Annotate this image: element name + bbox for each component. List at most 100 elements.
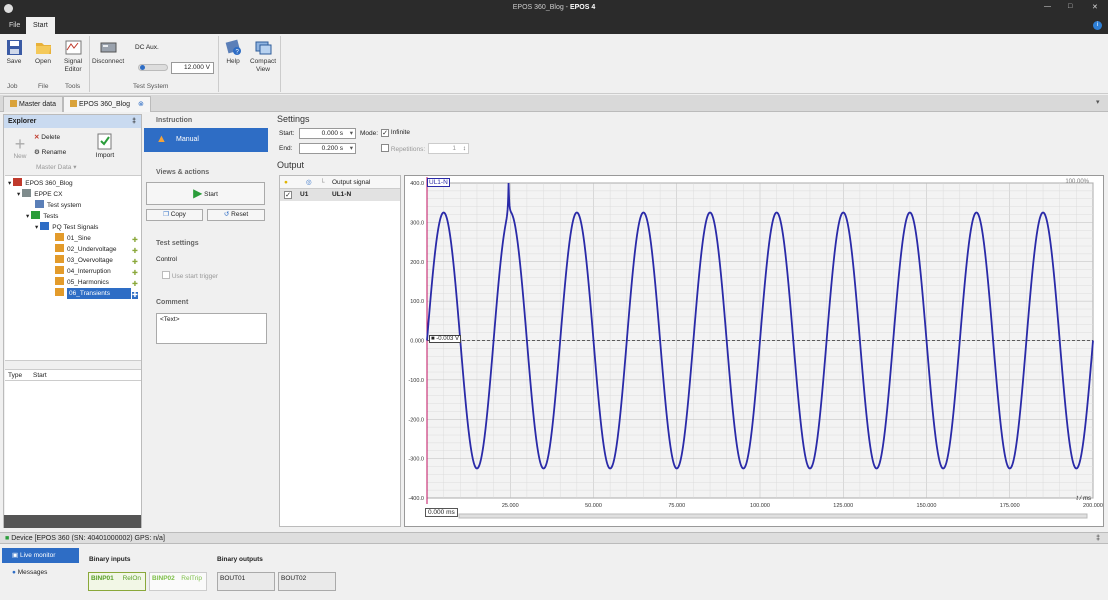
rename-button[interactable]: ⚙ Rename <box>34 148 66 156</box>
close-button[interactable]: ✕ <box>1092 3 1098 11</box>
signal-row[interactable]: ✓ U1 UL1-N <box>280 189 400 201</box>
info-icon[interactable]: i <box>1093 21 1102 30</box>
start-label: Start: <box>279 130 295 137</box>
explorer-header: Explorer ‡ <box>4 115 141 128</box>
tree-item-eppe[interactable]: ▾ EPPE CX <box>17 189 62 200</box>
title-bar: EPOS 360_Blog - EPOS 4 — □ ✕ <box>0 0 1108 17</box>
pin-icon[interactable]: ‡ <box>132 115 136 128</box>
column-type[interactable]: Type <box>8 370 22 381</box>
instruction-title: Instruction <box>156 117 193 124</box>
tree-item-project[interactable]: ▾ EPOS 360_Blog <box>8 178 73 189</box>
time-readout[interactable]: 0.000 ms <box>425 508 458 517</box>
rename-icon: ⚙ <box>34 149 40 156</box>
plus-icon: + <box>14 134 26 154</box>
start-trigger-checkbox[interactable]: Use start trigger <box>162 271 218 280</box>
chart-container: 400.0 300.0 200.0 100.0 0.000 -100.0 -200.0 -30… <box>404 175 1104 527</box>
horizontal-scrollbar <box>458 513 1088 519</box>
tree-item-sine[interactable]: 01_Sine <box>55 233 91 244</box>
tree-item-interruption[interactable]: 04_Interruption <box>55 266 111 277</box>
check-icon: ✓ <box>381 129 389 137</box>
comment-textarea[interactable]: <Text> <box>156 313 267 344</box>
live-monitor-tab[interactable]: ▣ Live monitor <box>2 548 79 563</box>
settings-title: Settings <box>277 114 310 124</box>
start-time-input[interactable]: 0.000 s ▾ <box>299 128 356 139</box>
group-file: File <box>38 83 49 90</box>
tests-icon <box>31 211 41 219</box>
delete-button[interactable]: ✕ Delete <box>34 133 60 141</box>
tree-item-pq-signals[interactable]: ▾ PQ Test Signals <box>35 222 98 233</box>
tree-item-harmonics[interactable]: 05_Harmonics <box>55 277 109 288</box>
tree-item-tests[interactable]: ▾ Tests <box>26 211 58 222</box>
add-action-icons: ✚ ✚ ✚ ✚ ✚ ✚ <box>132 237 138 299</box>
tabs-dropdown-icon[interactable]: ▾ <box>1096 98 1100 106</box>
x-tick-label: 100.000 <box>750 503 770 509</box>
y-tick-label: 200.0 <box>410 260 424 266</box>
dc-aux-slider[interactable] <box>138 64 168 71</box>
import-button[interactable]: Import <box>92 133 118 159</box>
tab-epos-blog[interactable]: EPOS 360_Blog ⊗ <box>63 96 151 112</box>
maximize-button[interactable]: □ <box>1068 3 1072 10</box>
tab-file[interactable]: File <box>2 17 27 34</box>
bout02-indicator[interactable]: BOUT02 <box>278 572 336 591</box>
signal-editor-button[interactable]: Signal Editor <box>60 39 86 74</box>
disconnect-button[interactable]: Disconnect <box>92 39 124 66</box>
device-status-icon: ■ <box>5 535 10 542</box>
y-tick-label: -300.0 <box>408 457 424 463</box>
open-button[interactable]: Open <box>32 39 54 66</box>
start-button[interactable]: ▶ Start <box>146 182 265 205</box>
signal-icon <box>55 277 64 285</box>
signal-icon <box>55 266 64 274</box>
document-icon <box>70 100 77 107</box>
end-time-input[interactable]: 0.200 s ▾ <box>299 143 356 154</box>
tree-item-test-system[interactable]: Test system <box>35 200 81 211</box>
lightbulb-icon[interactable]: ● <box>284 176 288 189</box>
signal-checkbox[interactable]: ✓ <box>284 191 292 199</box>
pin-icon[interactable]: ‡ <box>1096 533 1100 544</box>
import-icon <box>97 133 112 150</box>
signal-icon <box>55 288 64 296</box>
y-tick-label: -200.0 <box>408 417 424 423</box>
dc-aux-value-input[interactable]: 12.000 V <box>171 62 214 74</box>
close-tab-icon[interactable]: ⊗ <box>138 101 144 108</box>
filter-icon[interactable]: └ <box>320 176 325 189</box>
signal-icon <box>55 233 64 241</box>
record-icon[interactable]: ◎ <box>306 176 312 189</box>
play-icon: ▶ <box>193 186 203 200</box>
document-tabs: Master data EPOS 360_Blog ⊗ ▾ <box>0 95 1108 112</box>
slider-knob[interactable] <box>140 65 145 70</box>
compact-view-button[interactable]: Compact View <box>249 39 277 74</box>
minimize-button[interactable]: — <box>1044 3 1051 10</box>
manual-button[interactable]: ▲ Manual <box>144 128 268 152</box>
monitor-icon: ▣ <box>12 552 19 559</box>
ribbon: Save Open Signal Editor Disconnect DC Au… <box>0 34 1108 94</box>
bout01-indicator[interactable]: BOUT01 <box>217 572 275 591</box>
ribbon-separator <box>280 36 281 92</box>
reset-button[interactable]: ↺ Reset <box>207 209 265 221</box>
x-tick-label: 200.000 <box>1083 503 1103 509</box>
tree-item-undervoltage[interactable]: 02_Undervoltage <box>55 244 117 255</box>
binp01-indicator[interactable]: BINP01 RelOn <box>88 572 146 591</box>
master-data-button: Master Data ▾ <box>36 164 77 171</box>
y-tick-label: -100.0 <box>408 378 424 384</box>
tab-start[interactable]: Start <box>26 17 55 34</box>
signal-chart[interactable]: 400.0 300.0 200.0 100.0 0.000 -100.0 -200.0 -30… <box>405 176 1105 528</box>
tree-item-overvoltage[interactable]: 03_Overvoltage <box>55 255 113 266</box>
comment-title: Comment <box>156 299 189 306</box>
x-tick-label: 25.000 <box>502 503 519 509</box>
infinite-checkbox[interactable]: ✓ Infinite <box>381 129 410 137</box>
y-tick-label: 400.0 <box>410 181 424 187</box>
group-tools: Tools <box>65 83 81 90</box>
tree-item-transients[interactable]: 06_Transients <box>55 288 131 299</box>
column-output-signal[interactable]: Output signal <box>332 176 370 189</box>
messages-tab[interactable]: ● Messages <box>12 569 47 576</box>
folder-icon <box>35 43 51 54</box>
column-start[interactable]: Start <box>33 370 47 381</box>
explorer-footer <box>4 515 141 528</box>
help-button[interactable]: ? Help <box>223 39 243 66</box>
repetitions-checkbox[interactable]: Repetitions: <box>381 144 425 153</box>
binp02-indicator[interactable]: BINP02 RelTrip <box>149 572 207 591</box>
save-button[interactable]: Save <box>4 39 24 66</box>
compact-view-icon <box>255 41 271 55</box>
copy-button[interactable]: ❐ Copy <box>146 209 203 221</box>
tab-master-data[interactable]: Master data <box>3 96 63 112</box>
